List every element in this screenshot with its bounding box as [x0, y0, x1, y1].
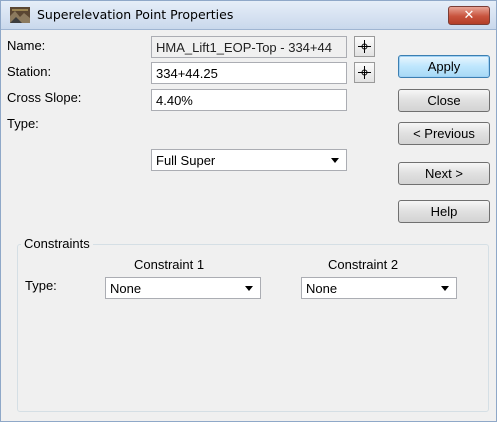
name-label: Name:	[7, 38, 46, 53]
previous-button[interactable]: < Previous	[398, 122, 490, 145]
close-icon: ✕	[463, 8, 475, 23]
constraints-group-label: Constraints	[21, 236, 93, 251]
station-field[interactable]: 334+44.25	[151, 62, 347, 84]
title-bar[interactable]: Superelevation Point Properties ✕	[1, 1, 496, 30]
station-label: Station:	[7, 64, 52, 79]
type-select[interactable]: Full Super	[151, 149, 347, 171]
constraint-type-label: Type:	[25, 278, 57, 293]
constraint2-type-value: None	[306, 281, 338, 296]
station-pick-button[interactable]	[354, 62, 375, 83]
type-select-value: Full Super	[156, 153, 216, 168]
chevron-down-icon	[245, 286, 253, 291]
name-pick-button[interactable]	[354, 36, 375, 57]
constraints-group	[17, 244, 489, 412]
apply-button[interactable]: Apply	[398, 55, 490, 78]
name-field[interactable]: HMA_Lift1_EOP-Top - 334+44	[151, 36, 347, 58]
window-close-button[interactable]: ✕	[448, 6, 490, 25]
type-label: Type:	[7, 116, 39, 131]
close-button[interactable]: Close	[398, 89, 490, 112]
next-button[interactable]: Next >	[398, 162, 490, 185]
constraint2-header: Constraint 2	[328, 257, 399, 272]
cross-slope-field[interactable]: 4.40%	[151, 89, 347, 111]
cross-slope-label: Cross Slope:	[7, 90, 82, 105]
chevron-down-icon	[441, 286, 449, 291]
window-title: Superelevation Point Properties	[37, 7, 234, 22]
constraint1-header: Constraint 1	[134, 257, 205, 272]
road-profile-icon	[10, 7, 30, 23]
constraint1-type-select[interactable]: None	[105, 277, 261, 299]
chevron-down-icon	[331, 158, 339, 163]
constraint2-type-select[interactable]: None	[301, 277, 457, 299]
crosshair-icon	[358, 40, 371, 53]
crosshair-icon	[358, 66, 371, 79]
help-button[interactable]: Help	[398, 200, 490, 223]
constraint1-type-value: None	[110, 281, 142, 296]
superelevation-point-properties-dialog: Superelevation Point Properties ✕ Name: …	[0, 0, 497, 422]
